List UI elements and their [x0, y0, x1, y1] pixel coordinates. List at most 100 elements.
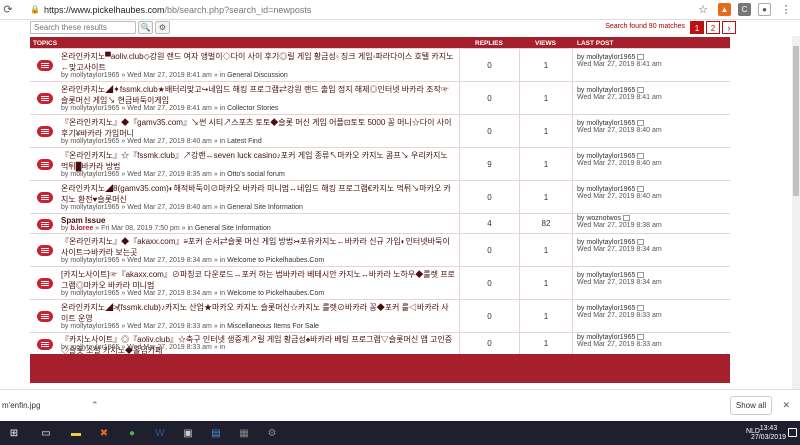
- last-post-author[interactable]: by woznotwos: [577, 215, 730, 222]
- reload-icon[interactable]: ⟳: [0, 3, 16, 16]
- chrome-icon[interactable]: ●: [124, 425, 140, 441]
- topic-forum[interactable]: General Site Information: [195, 225, 271, 232]
- table-row[interactable]: 온라인카지노▀aoliv.club◇강원 랜드 여자 앵벌이◇다이 사이 후기◎…: [30, 48, 730, 81]
- go-to-post-icon[interactable]: [637, 305, 645, 312]
- topic-forum[interactable]: Welcome to Pickelhaubes.Com: [227, 290, 324, 297]
- last-post-author[interactable]: by mollytaylor1965: [577, 153, 730, 160]
- table-row[interactable]: [카지노사이트]☞『akaxx.com』⊘파칭코 다운로드↔포커 하는 법바카라…: [30, 266, 730, 299]
- topic-forum[interactable]: General Discussion: [227, 72, 288, 79]
- task-view-icon[interactable]: ▭: [38, 425, 54, 441]
- last-post-date: Wed Mar 27, 2019 8:40 am: [577, 127, 662, 134]
- go-to-post-icon[interactable]: [637, 153, 645, 160]
- url-field[interactable]: https://www.pickelhaubes.com/bb/search.p…: [44, 5, 311, 15]
- topic-title[interactable]: 온라인카지노◢≯(fssmk.club)♪카지노 산업★마카오 카지노 슬롯머신…: [61, 302, 455, 324]
- last-post-cell: by mollytaylor1965 Wed Mar 27, 2019 8:34 …: [573, 267, 730, 299]
- table-row[interactable]: 『온라인카지노』☆『fssmk.club』↗강랜↔seven luck casi…: [30, 147, 730, 180]
- topic-forum[interactable]: Miscellaneous Items For Sale: [227, 323, 319, 330]
- taskbar-clock[interactable]: 13:43 27/03/2019: [751, 424, 786, 442]
- close-icon[interactable]: ✕: [782, 400, 790, 411]
- scrollbar-thumb[interactable]: [793, 46, 799, 196]
- topic-author[interactable]: mollytaylor1965: [70, 257, 119, 264]
- last-post-date: Wed Mar 27, 2019 8:38 am: [577, 222, 662, 229]
- app-grid-icon[interactable]: ▦: [236, 425, 252, 441]
- menu-dots-icon[interactable]: ⋮: [778, 3, 794, 16]
- go-to-post-icon[interactable]: [637, 186, 645, 193]
- last-post-author[interactable]: by mollytaylor1965: [577, 239, 730, 246]
- go-to-post-icon[interactable]: [637, 334, 645, 341]
- windows-start-icon[interactable]: ⊞: [6, 425, 22, 441]
- table-row[interactable]: 『카지노사이트』◎『aoliv.club』☆축구 인터넷 생중계↗릴 게임 황금…: [30, 332, 730, 355]
- last-post-author[interactable]: by mollytaylor1965: [577, 87, 730, 94]
- word-icon[interactable]: W: [152, 425, 168, 441]
- topic-title[interactable]: 온라인카지노▀aoliv.club◇강원 랜드 여자 앵벌이◇다이 사이 후기◎…: [61, 51, 455, 73]
- topic-meta: by b.loree » Fri Mar 08, 2019 7:50 pm » …: [61, 225, 271, 232]
- topic-title[interactable]: 온라인카지노◢8(gamv35.com)◐해적바둑이⊘마카오 바카라 미니멈↔네…: [61, 183, 455, 205]
- topic-title[interactable]: [카지노사이트]☞『akaxx.com』⊘파칭코 다운로드↔포커 하는 법바카라…: [61, 269, 455, 291]
- extension-c-icon[interactable]: C: [738, 3, 751, 16]
- topic-author[interactable]: mollytaylor1965: [70, 72, 119, 79]
- last-post-author[interactable]: by mollytaylor1965: [577, 54, 730, 61]
- replies-count: 0: [487, 93, 492, 103]
- pagination-page-2[interactable]: 2: [706, 21, 720, 34]
- topic-author[interactable]: mollytaylor1965: [70, 344, 119, 351]
- topic-title[interactable]: 『온라인카지노』◆『gamv35.com』↘썬 시티↗스포츠 토토◆슬롯 머신 …: [61, 117, 455, 139]
- topic-author[interactable]: mollytaylor1965: [70, 290, 119, 297]
- notification-icon[interactable]: [788, 428, 797, 437]
- replies-count: 0: [487, 311, 492, 321]
- bookmark-star-icon[interactable]: ☆: [695, 3, 711, 16]
- last-post-author[interactable]: by mollytaylor1965: [577, 120, 730, 127]
- topic-forum[interactable]: General Site Information: [227, 204, 303, 211]
- go-to-post-icon[interactable]: [637, 87, 645, 94]
- last-post-author[interactable]: by mollytaylor1965: [577, 186, 730, 193]
- topic-title[interactable]: 온라인카지노◢✦fssmk.club★배터리맞고↪네임드 해킹 프로그램⇄강원 …: [61, 84, 455, 106]
- lock-icon[interactable]: 🔒: [30, 5, 40, 14]
- last-post-author[interactable]: by mollytaylor1965: [577, 334, 730, 341]
- topic-author[interactable]: b.loree: [70, 225, 93, 232]
- table-row[interactable]: 온라인카지노◢✦fssmk.club★배터리맞고↪네임드 해킹 프로그램⇄강원 …: [30, 81, 730, 114]
- go-to-post-icon[interactable]: [637, 54, 645, 61]
- gear-icon[interactable]: ⚙: [155, 21, 170, 34]
- table-row[interactable]: 『온라인카지노』◆『gamv35.com』↘썬 시티↗스포츠 토토◆슬롯 머신 …: [30, 114, 730, 147]
- go-to-post-icon[interactable]: [637, 239, 645, 246]
- go-to-post-icon[interactable]: [622, 215, 630, 222]
- topic-title[interactable]: 『온라인카지노』◆『akaxx.com』≡포커 순서⇄슬롯 머신 게임 방법↣포…: [61, 236, 455, 258]
- search-results-input[interactable]: [30, 21, 136, 34]
- go-to-post-icon[interactable]: [637, 120, 645, 127]
- topic-forum[interactable]: Otto's social forum: [227, 171, 285, 178]
- topic-cell: 온라인카지노▀aoliv.club◇강원 랜드 여자 앵벌이◇다이 사이 후기◎…: [30, 49, 460, 81]
- topic-title[interactable]: 『온라인카지노』☆『fssmk.club』↗강랜↔seven luck casi…: [61, 150, 455, 172]
- photos-icon[interactable]: ▤: [208, 425, 224, 441]
- pagination-page-1[interactable]: 1: [690, 21, 704, 34]
- clock-date: 27/03/2019: [750, 434, 786, 441]
- replies-cell: 9: [460, 148, 520, 180]
- extension-shield-icon[interactable]: ▲: [718, 3, 731, 16]
- table-row[interactable]: 『온라인카지노』◆『akaxx.com』≡포커 순서⇄슬롯 머신 게임 방법↣포…: [30, 233, 730, 266]
- chevron-up-icon[interactable]: ⌃: [91, 400, 99, 411]
- topic-author[interactable]: mollytaylor1965: [70, 138, 119, 145]
- account-icon[interactable]: ●: [758, 3, 771, 16]
- download-file[interactable]: m'enfin.jpg: [2, 401, 40, 410]
- topic-date: Wed Mar 27, 2019 8:33 am: [127, 344, 212, 351]
- file-explorer-icon[interactable]: ▬: [68, 425, 84, 441]
- last-post-author[interactable]: by mollytaylor1965: [577, 305, 730, 312]
- replies-cell: 0: [460, 115, 520, 147]
- table-row[interactable]: 온라인카지노◢≯(fssmk.club)♪카지노 산업★마카오 카지노 슬롯머신…: [30, 299, 730, 332]
- topic-forum[interactable]: Latest Find: [227, 138, 262, 145]
- topic-author[interactable]: mollytaylor1965: [70, 204, 119, 211]
- app-window-icon[interactable]: ▣: [180, 425, 196, 441]
- search-icon[interactable]: 🔍: [138, 21, 153, 34]
- app-gear-icon[interactable]: ⚙: [264, 425, 280, 441]
- show-all-button[interactable]: Show all: [730, 396, 772, 415]
- topic-author[interactable]: mollytaylor1965: [70, 323, 119, 330]
- topic-author[interactable]: mollytaylor1965: [70, 105, 119, 112]
- go-to-post-icon[interactable]: [637, 272, 645, 279]
- topic-forum[interactable]: Welcome to Pickelhaubes.Com: [227, 257, 324, 264]
- last-post-author[interactable]: by mollytaylor1965: [577, 272, 730, 279]
- topic-author[interactable]: mollytaylor1965: [70, 171, 119, 178]
- pagination-next[interactable]: ›: [722, 21, 736, 34]
- app-x-icon[interactable]: ✖: [96, 425, 112, 441]
- page-scrollbar[interactable]: [792, 36, 800, 389]
- table-row[interactable]: Spam Issue by b.loree » Fri Mar 08, 2019 …: [30, 213, 730, 233]
- table-row[interactable]: 온라인카지노◢8(gamv35.com)◐해적바둑이⊘마카오 바카라 미니멈↔네…: [30, 180, 730, 213]
- topic-forum[interactable]: Collector Stories: [227, 105, 278, 112]
